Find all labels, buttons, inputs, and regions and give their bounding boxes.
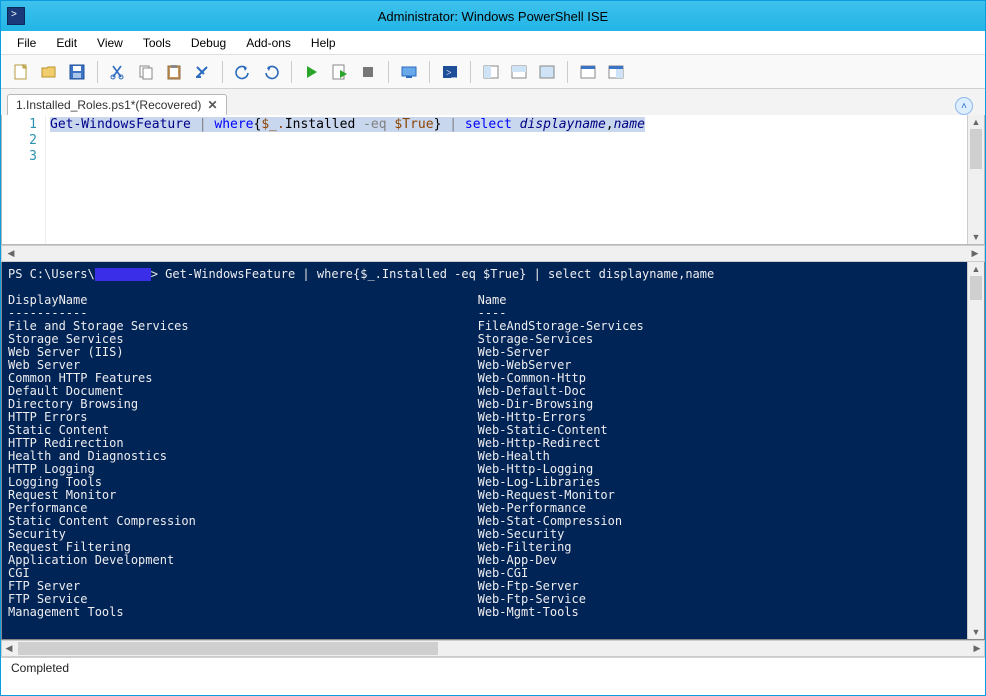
menu-debug[interactable]: Debug <box>183 34 234 52</box>
script-editor[interactable]: 1 2 3 Get-WindowsFeature | where{$_.Inst… <box>1 115 985 245</box>
menu-file[interactable]: File <box>9 34 44 52</box>
scroll-thumb[interactable] <box>970 276 982 300</box>
show-addon-button[interactable] <box>604 60 628 84</box>
undo-button[interactable] <box>231 60 255 84</box>
menu-view[interactable]: View <box>89 34 131 52</box>
stop-button[interactable] <box>356 60 380 84</box>
show-command-button[interactable] <box>576 60 600 84</box>
scroll-right-icon[interactable]: ▶ <box>968 248 982 259</box>
paste-button[interactable] <box>162 60 186 84</box>
tabstrip: 1.Installed_Roles.ps1*(Recovered) ✕ ˄ <box>1 89 985 115</box>
scroll-up-icon[interactable]: ▲ <box>968 115 984 129</box>
menu-tools[interactable]: Tools <box>135 34 179 52</box>
scroll-left-icon[interactable]: ◀ <box>2 643 16 654</box>
run-button[interactable] <box>300 60 324 84</box>
menubar: File Edit View Tools Debug Add-ons Help <box>1 31 985 55</box>
new-button[interactable] <box>9 60 33 84</box>
layout-2-button[interactable] <box>507 60 531 84</box>
status-text: Completed <box>11 661 69 675</box>
line-number: 1 <box>2 117 37 133</box>
copy-button[interactable] <box>134 60 158 84</box>
clear-button[interactable] <box>190 60 214 84</box>
scroll-down-icon[interactable]: ▼ <box>968 230 984 244</box>
script-tab[interactable]: 1.Installed_Roles.ps1*(Recovered) ✕ <box>7 94 227 115</box>
console-vscrollbar[interactable]: ▲ ▼ <box>967 262 984 639</box>
svg-text:>_: >_ <box>446 68 458 79</box>
menu-help[interactable]: Help <box>303 34 344 52</box>
toolbar-separator <box>429 61 430 83</box>
run-selection-button[interactable] <box>328 60 352 84</box>
console-hscrollbar[interactable]: ◀ ▶ <box>1 640 985 657</box>
editor-hscrollbar[interactable]: ◀ ▶ <box>1 245 985 262</box>
scroll-right-icon[interactable]: ▶ <box>970 643 984 654</box>
scroll-thumb[interactable] <box>970 129 982 169</box>
titlebar: Administrator: Windows PowerShell ISE <box>1 1 985 31</box>
scroll-left-icon[interactable]: ◀ <box>4 248 18 259</box>
redo-button[interactable] <box>259 60 283 84</box>
editor-vscrollbar[interactable]: ▲ ▼ <box>967 115 984 244</box>
line-number-gutter: 1 2 3 <box>2 115 46 244</box>
collapse-script-button[interactable]: ˄ <box>955 97 973 115</box>
toolbar-separator <box>291 61 292 83</box>
toolbar-separator <box>567 61 568 83</box>
line-number: 2 <box>2 133 37 149</box>
remote-button[interactable] <box>397 60 421 84</box>
toolbar-separator <box>97 61 98 83</box>
scroll-down-icon[interactable]: ▼ <box>968 625 984 639</box>
cut-button[interactable] <box>106 60 130 84</box>
scroll-thumb[interactable] <box>18 642 438 655</box>
scroll-up-icon[interactable]: ▲ <box>968 262 984 276</box>
save-button[interactable] <box>65 60 89 84</box>
toolbar-separator <box>470 61 471 83</box>
console-pane[interactable]: PS C:\Users\ > Get-WindowsFeature | wher… <box>1 262 985 640</box>
layout-3-button[interactable] <box>535 60 559 84</box>
close-icon[interactable]: ✕ <box>207 98 217 112</box>
tab-label: 1.Installed_Roles.ps1*(Recovered) <box>16 98 201 112</box>
menu-addons[interactable]: Add-ons <box>238 34 299 52</box>
open-button[interactable] <box>37 60 61 84</box>
menu-edit[interactable]: Edit <box>48 34 85 52</box>
layout-1-button[interactable] <box>479 60 503 84</box>
toolbar-separator <box>222 61 223 83</box>
code-area[interactable]: Get-WindowsFeature | where{$_.Installed … <box>46 115 967 244</box>
toolbar-separator <box>388 61 389 83</box>
window-title: Administrator: Windows PowerShell ISE <box>0 9 986 24</box>
toolbar: >_ <box>1 55 985 89</box>
line-number: 3 <box>2 149 37 165</box>
powershell-button[interactable]: >_ <box>438 60 462 84</box>
status-bar: Completed <box>1 657 985 679</box>
console-output[interactable]: PS C:\Users\ > Get-WindowsFeature | wher… <box>2 262 967 639</box>
